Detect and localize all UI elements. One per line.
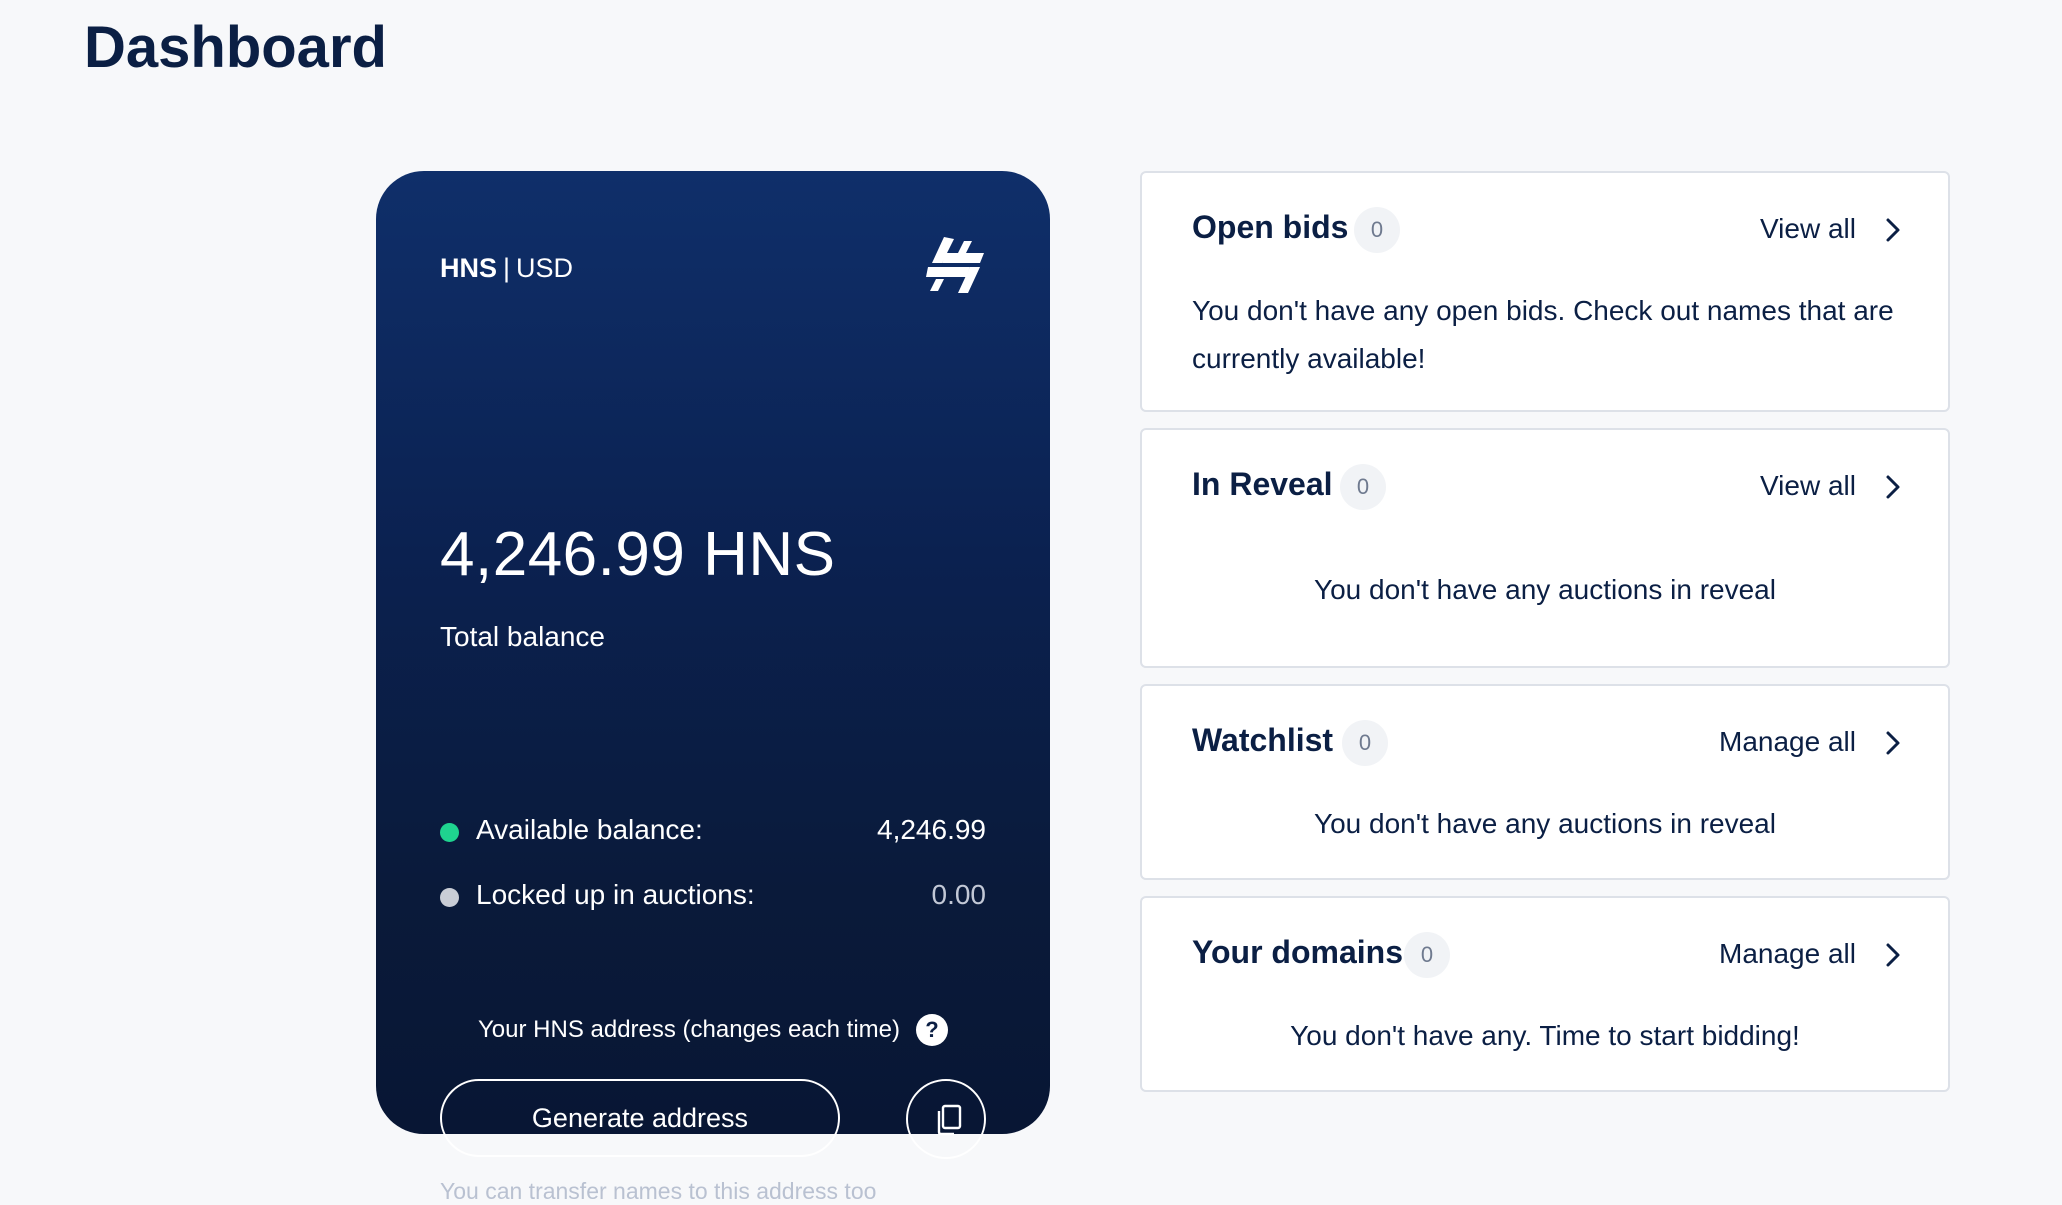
total-balance-amount: 4,246.99 HNS (440, 520, 836, 589)
in-reveal-title: In Reveal (1192, 466, 1333, 502)
your-domains-title: Your domains (1192, 934, 1403, 970)
address-label: Your HNS address (changes each time) (478, 1016, 900, 1043)
locked-balance-label: Locked up in auctions: (476, 879, 755, 910)
your-domains-panel: Your domains 0 Manage all You don't have… (1140, 896, 1950, 1092)
your-domains-count-badge: 0 (1404, 932, 1450, 978)
open-bids-count-badge: 0 (1354, 207, 1400, 253)
generate-address-button[interactable]: Generate address (440, 1079, 840, 1157)
chevron-right-icon[interactable] (1884, 730, 1902, 756)
page-title: Dashboard (84, 15, 387, 80)
watchlist-message: You don't have any auctions in reveal (1314, 808, 1776, 839)
handshake-logo-icon (926, 237, 984, 293)
watchlist-manage-all-link[interactable]: Manage all (1719, 726, 1856, 758)
currency-separator: | (503, 253, 511, 283)
open-bids-panel: Open bids 0 View all You don't have any … (1140, 171, 1950, 412)
watchlist-count-badge: 0 (1342, 720, 1388, 766)
copy-icon (937, 1104, 962, 1136)
your-domains-manage-all-link[interactable]: Manage all (1719, 938, 1856, 970)
help-icon[interactable]: ? (916, 1014, 948, 1046)
open-bids-title: Open bids (1192, 209, 1349, 245)
watchlist-title: Watchlist (1192, 722, 1334, 758)
currency-usd[interactable]: USD (516, 253, 573, 283)
watchlist-panel: Watchlist 0 Manage all You don't have an… (1140, 684, 1950, 880)
copy-address-button[interactable] (906, 1079, 986, 1159)
available-balance-row: Available balance: 4,246.99 (440, 812, 986, 852)
open-bids-view-all-link[interactable]: View all (1760, 213, 1856, 245)
your-domains-message: You don't have any. Time to start biddin… (1290, 1020, 1800, 1051)
in-reveal-count-badge: 0 (1340, 464, 1386, 510)
locked-status-dot (440, 888, 459, 907)
currency-toggle[interactable]: HNS | USD (440, 253, 573, 284)
chevron-right-icon[interactable] (1884, 474, 1902, 500)
transfer-note: You can transfer names to this address t… (440, 1178, 877, 1204)
locked-balance-row: Locked up in auctions: 0.00 (440, 877, 986, 917)
in-reveal-message: You don't have any auctions in reveal (1314, 574, 1776, 605)
available-balance-value: 4,246.99 (877, 814, 986, 845)
currency-hns[interactable]: HNS (440, 253, 497, 283)
available-status-dot (440, 823, 459, 842)
in-reveal-panel: In Reveal 0 View all You don't have any … (1140, 428, 1950, 668)
chevron-right-icon[interactable] (1884, 942, 1902, 968)
available-balance-label: Available balance: (476, 814, 703, 845)
balance-card: HNS | USD 4,246.99 HNS Total balance Avail… (376, 171, 1050, 1204)
in-reveal-view-all-link[interactable]: View all (1760, 470, 1856, 502)
open-bids-message: You don't have any open bids. Check out … (1192, 295, 1894, 374)
total-balance-label: Total balance (440, 621, 606, 652)
chevron-right-icon[interactable] (1884, 217, 1902, 243)
locked-balance-value: 0.00 (931, 879, 987, 910)
